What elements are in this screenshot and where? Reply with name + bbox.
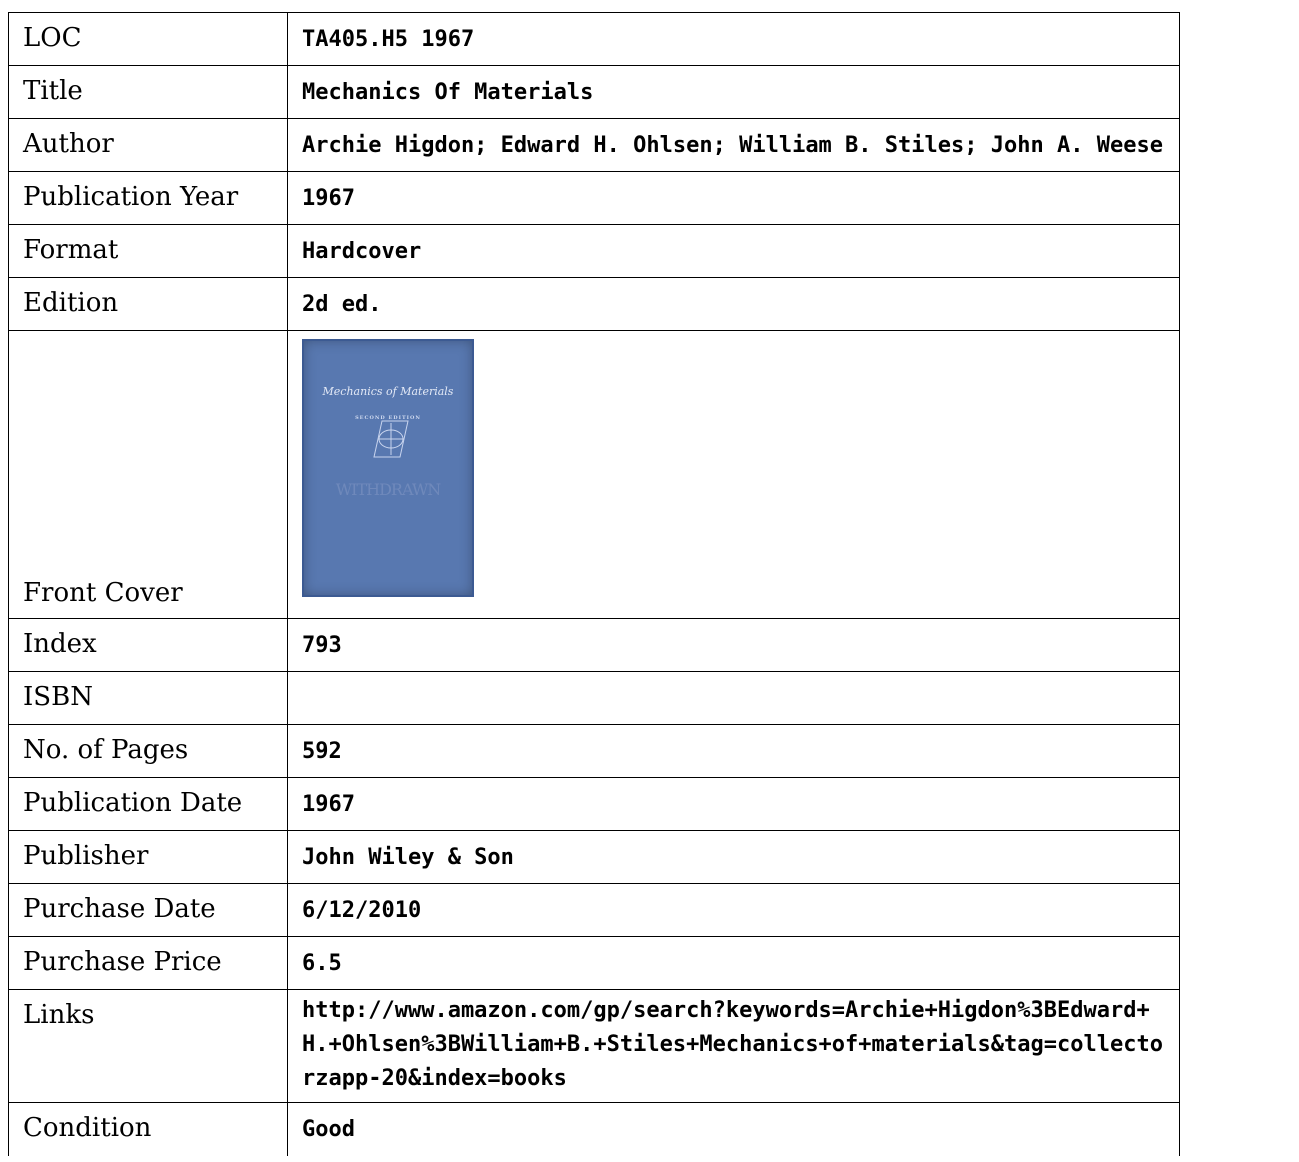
- field-value-index: 793: [287, 618, 1180, 672]
- field-label-no-of-pages: No. of Pages: [8, 724, 288, 778]
- field-label-author: Author: [8, 118, 288, 172]
- field-label-condition: Condition: [8, 1102, 288, 1156]
- field-value-title: Mechanics Of Materials: [287, 65, 1180, 119]
- field-value-format: Hardcover: [287, 224, 1180, 278]
- field-label-purchase-date: Purchase Date: [8, 883, 288, 937]
- cover-stamp: WITHDRAWN: [335, 480, 442, 499]
- table-row: Condition Good: [8, 1102, 1180, 1156]
- field-label-links: Links: [8, 989, 288, 1103]
- table-row: Purchase Date 6/12/2010: [8, 883, 1180, 937]
- field-value-front-cover: Mechanics of Materials SECOND EDITION WI…: [287, 330, 1180, 619]
- table-row: Title Mechanics Of Materials: [8, 65, 1180, 119]
- field-label-purchase-price: Purchase Price: [8, 936, 288, 990]
- field-value-publication-year: 1967: [287, 171, 1180, 225]
- table-row: Index 793: [8, 618, 1180, 672]
- table-row: Publication Year 1967: [8, 171, 1180, 225]
- table-row: Publication Date 1967: [8, 777, 1180, 831]
- cover-title: Mechanics of Materials: [322, 385, 454, 398]
- table-row: Edition 2d ed.: [8, 277, 1180, 331]
- field-value-publisher: John Wiley & Son: [287, 830, 1180, 884]
- table-row: Front Cover Mechanics of Materials SECON…: [8, 330, 1180, 619]
- cover-emblem-icon: [373, 420, 409, 458]
- field-value-author: Archie Higdon; Edward H. Ohlsen; William…: [287, 118, 1180, 172]
- field-value-no-of-pages: 592: [287, 724, 1180, 778]
- table-row: LOC TA405.H5 1967: [8, 12, 1180, 66]
- field-label-index: Index: [8, 618, 288, 672]
- field-value-purchase-price: 6.5: [287, 936, 1180, 990]
- field-label-publication-date: Publication Date: [8, 777, 288, 831]
- field-label-title: Title: [8, 65, 288, 119]
- table-row: Publisher John Wiley & Son: [8, 830, 1180, 884]
- field-value-loc: TA405.H5 1967: [287, 12, 1180, 66]
- field-value-publication-date: 1967: [287, 777, 1180, 831]
- table-row: Format Hardcover: [8, 224, 1180, 278]
- field-label-publication-year: Publication Year: [8, 171, 288, 225]
- table-row: Links http://www.amazon.com/gp/search?ke…: [8, 989, 1180, 1103]
- field-value-condition: Good: [287, 1102, 1180, 1156]
- table-row: ISBN: [8, 671, 1180, 725]
- front-cover-image: Mechanics of Materials SECOND EDITION WI…: [302, 339, 474, 597]
- field-label-isbn: ISBN: [8, 671, 288, 725]
- table-row: Author Archie Higdon; Edward H. Ohlsen; …: [8, 118, 1180, 172]
- field-label-format: Format: [8, 224, 288, 278]
- field-value-edition: 2d ed.: [287, 277, 1180, 331]
- field-label-loc: LOC: [8, 12, 288, 66]
- table-row: No. of Pages 592: [8, 724, 1180, 778]
- field-value-purchase-date: 6/12/2010: [287, 883, 1180, 937]
- field-value-isbn: [287, 671, 1180, 725]
- field-label-edition: Edition: [8, 277, 288, 331]
- field-value-links[interactable]: http://www.amazon.com/gp/search?keywords…: [287, 989, 1180, 1103]
- field-label-publisher: Publisher: [8, 830, 288, 884]
- table-row: Purchase Price 6.5: [8, 936, 1180, 990]
- book-details-table: LOC TA405.H5 1967 Title Mechanics Of Mat…: [8, 12, 1180, 1156]
- field-label-front-cover: Front Cover: [8, 330, 288, 619]
